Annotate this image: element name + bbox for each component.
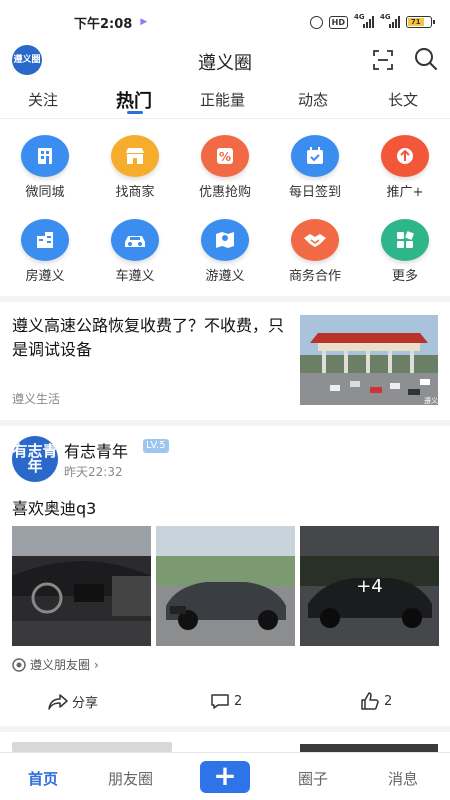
next-card-title-partial [12, 742, 172, 752]
post-image-1[interactable] [12, 526, 151, 646]
post-actions: 分享 2 2 [0, 692, 450, 718]
car-icon [111, 219, 159, 261]
status-time: 下午2:08 [74, 16, 133, 32]
house-icon [21, 219, 69, 261]
grid-item-checkin[interactable]: 每日签到 [270, 135, 360, 200]
status-bar: 下午2:08 ▶ HD 4G 4G 71 [0, 0, 450, 44]
grid-label: 找商家 [115, 185, 155, 200]
circle-name: 遵义朋友圈 [30, 658, 91, 672]
search-icon[interactable] [413, 46, 439, 72]
grid-item-city[interactable]: 微同城 [0, 135, 90, 200]
promote-icon [381, 135, 429, 177]
grid-item-find-shop[interactable]: 找商家 [90, 135, 180, 200]
map-pin-icon [201, 219, 249, 261]
publish-button[interactable]: + [200, 761, 250, 793]
share-icon [48, 693, 68, 710]
share-button[interactable]: 分享 [48, 692, 98, 711]
grid-label: 车遵义 [115, 269, 155, 284]
post-time: 昨天22:32 [64, 465, 123, 479]
grid-item-travel[interactable]: 游遵义 [180, 219, 270, 284]
battery-level: 71 [408, 18, 424, 26]
grid-item-more[interactable]: 更多 [360, 219, 450, 284]
bottom-nav: 首页 朋友圈 + 圈子 消息 [0, 752, 450, 800]
nav-circle[interactable]: 圈子 [298, 768, 328, 789]
post-username[interactable]: 有志青年 [64, 438, 128, 462]
grid-label: 更多 [391, 269, 418, 284]
comment-count: 2 [234, 693, 243, 709]
discount-icon: % [201, 135, 249, 177]
grid-label: 微同城 [25, 185, 65, 200]
article-thumbnail[interactable]: 遵义 [300, 315, 438, 405]
tab-feed[interactable]: 动态 [298, 89, 328, 110]
grid-label: 房遵义 [25, 269, 65, 284]
post-text[interactable]: 喜欢奥迪q3 [12, 495, 96, 519]
article-title[interactable]: 遵义高速公路恢复收费了？不收费，只是调试设备 [12, 314, 284, 362]
tab-follow[interactable]: 关注 [28, 89, 58, 110]
shop-icon [111, 135, 159, 177]
article-card[interactable]: 遵义高速公路恢复收费了？不收费，只是调试设备 遵义生活 遵义 [0, 302, 450, 420]
alarm-icon [309, 15, 323, 29]
grid-item-discount[interactable]: % 优惠抢购 [180, 135, 270, 200]
network-type-label-2: 4G [380, 13, 391, 21]
grid-item-house[interactable]: 房遵义 [0, 219, 90, 284]
grid-item-promote[interactable]: 推广+ [360, 135, 450, 200]
circle-icon [12, 657, 26, 672]
svg-text:%: % [219, 150, 231, 164]
tab-long-article[interactable]: 长文 [388, 89, 418, 110]
grid-item-business[interactable]: 商务合作 [270, 219, 360, 284]
next-card-thumbnail-partial [300, 744, 438, 752]
calendar-check-icon [291, 135, 339, 177]
like-button[interactable]: 2 [360, 692, 392, 710]
scan-icon[interactable] [372, 49, 394, 71]
grid-label: 商务合作 [288, 269, 341, 284]
thumbnail-watermark: 遵义 [424, 396, 438, 405]
tab-positive[interactable]: 正能量 [200, 89, 245, 110]
next-card-partial[interactable] [0, 732, 450, 752]
post-card[interactable]: 有志青年 有志青年 LV.5 昨天22:32 喜欢奥迪q3 +4 遵义朋友圈 ›… [0, 426, 450, 726]
grid-label: 游遵义 [205, 269, 245, 284]
grid-item-car[interactable]: 车遵义 [90, 219, 180, 284]
nav-messages[interactable]: 消息 [388, 768, 418, 789]
grid-label: 每日签到 [288, 185, 341, 200]
comment-icon [211, 694, 229, 709]
thumbs-up-icon [361, 692, 379, 710]
status-icons: HD 4G 4G 71 [309, 13, 435, 29]
chevron-right-icon: › [94, 657, 99, 672]
signal-icon-2: 4G [380, 13, 400, 28]
grid-label: 优惠抢购 [198, 185, 251, 200]
grid-more-icon [381, 219, 429, 261]
active-tab-indicator [127, 111, 143, 114]
post-image-3[interactable]: +4 [300, 526, 439, 646]
media-play-icon: ▶ [140, 17, 148, 27]
circle-tag[interactable]: 遵义朋友圈 › [12, 656, 99, 673]
grid-label: 推广+ [386, 185, 424, 200]
feature-grid: 微同城 找商家 % 优惠抢购 每日签到 推广+ 房遵义 车遵义 游遵义 商务合作… [0, 118, 450, 296]
like-count: 2 [384, 693, 393, 709]
app-header: 遵义圈 遵义圈 [0, 44, 450, 80]
more-images-count[interactable]: +4 [300, 526, 439, 646]
level-badge: LV.5 [143, 439, 169, 453]
handshake-icon [291, 219, 339, 261]
article-source: 遵义生活 [12, 392, 61, 406]
tab-hot[interactable]: 热门 [116, 87, 152, 113]
nav-home[interactable]: 首页 [28, 768, 58, 789]
share-label: 分享 [72, 696, 99, 711]
avatar[interactable]: 有志青年 [12, 436, 58, 482]
nav-moments[interactable]: 朋友圈 [108, 768, 153, 789]
category-tabs: 关注 热门 正能量 动态 长文 [0, 80, 450, 118]
building-icon [21, 135, 69, 177]
battery-icon: 71 [406, 16, 435, 28]
hd-icon: HD [328, 15, 348, 29]
network-type-label: 4G [354, 13, 365, 21]
comment-button[interactable]: 2 [210, 692, 242, 710]
signal-icon: 4G [354, 13, 374, 28]
post-image-2[interactable] [156, 526, 295, 646]
